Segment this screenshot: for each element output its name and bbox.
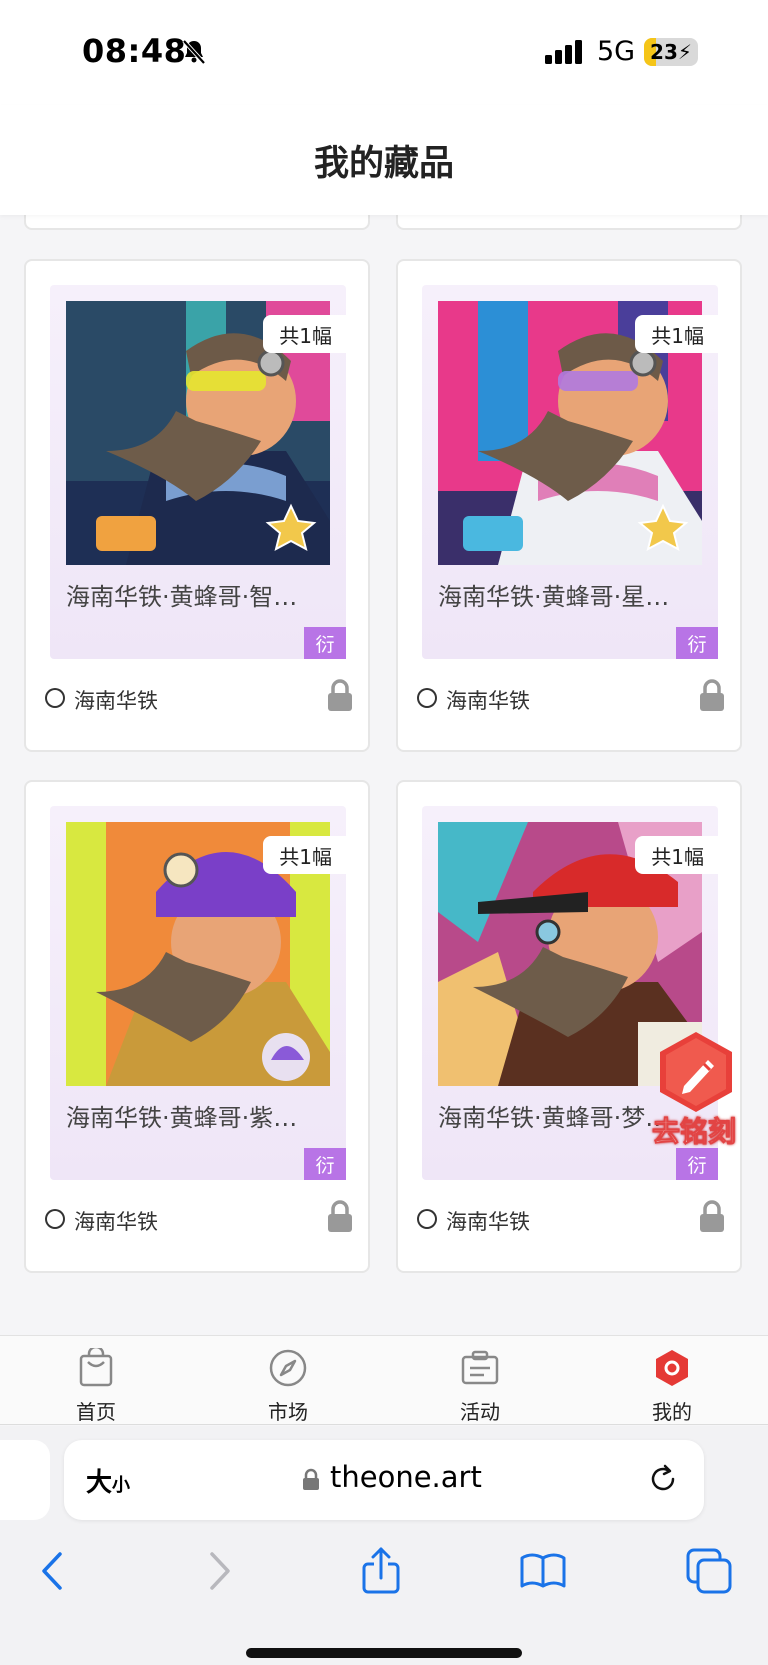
engrave-float-button[interactable]: 去铭刻 <box>648 1030 740 1150</box>
bookmarks-icon[interactable] <box>518 1546 568 1596</box>
tab-market[interactable]: 市场 <box>228 1346 348 1426</box>
back-icon[interactable] <box>28 1546 78 1596</box>
tab-home[interactable]: 首页 <box>36 1346 156 1426</box>
issuer-name: 海南华铁 <box>74 689 158 713</box>
count-badge: 共1幅 <box>263 836 348 874</box>
bottom-tab-bar: 首页 市场 活动 我的 <box>0 1335 768 1425</box>
text-size-button[interactable]: 大小 <box>86 1462 130 1499</box>
derivative-tag: 衍 <box>304 1148 346 1180</box>
card-artwork-frame: 共1幅 海南华铁·黄蜂哥·智… 衍 <box>50 285 348 659</box>
derivative-tag: 衍 <box>676 1148 718 1180</box>
share-icon[interactable] <box>356 1546 406 1596</box>
battery-icon: 23 ⚡ <box>644 38 698 66</box>
card-artwork-frame: 共1幅 海南华铁·黄蜂哥·紫… 衍 <box>50 806 348 1180</box>
reload-icon[interactable] <box>646 1462 680 1496</box>
count-badge: 共1幅 <box>635 315 720 353</box>
status-bar: 08:48 5G 23 ⚡ <box>0 0 768 105</box>
url-text[interactable]: theone.art <box>330 1460 482 1494</box>
silent-bell-icon <box>182 39 206 65</box>
count-badge: 共1幅 <box>263 315 348 353</box>
lock-icon[interactable] <box>326 679 354 713</box>
issuer-row: 海南华铁 <box>44 1200 354 1240</box>
tab-label: 市场 <box>268 1400 308 1424</box>
issuer-row: 海南华铁 <box>416 1200 726 1240</box>
bag-icon <box>79 1348 113 1387</box>
secure-lock-icon <box>303 1468 319 1490</box>
lock-icon[interactable] <box>698 1200 726 1234</box>
issuer-logo-icon <box>45 1209 65 1229</box>
compass-icon <box>269 1349 307 1387</box>
item-name: 海南华铁·黄蜂哥·智… <box>66 583 298 611</box>
signal-icon <box>545 40 582 64</box>
battery-level: 23 ⚡ <box>650 40 692 64</box>
collection-grid[interactable]: 共1幅 海南华铁·黄蜂哥·智… 衍 海南华铁 共1幅 海南华铁·黄蜂哥·星… 衍… <box>0 200 768 1335</box>
tab-activity[interactable]: 活动 <box>420 1346 540 1426</box>
derivative-tag: 衍 <box>676 627 718 659</box>
tab-mine[interactable]: 我的 <box>612 1346 732 1426</box>
derivative-tag: 衍 <box>304 627 346 659</box>
collection-card[interactable]: 共1幅 海南华铁·黄蜂哥·梦… 衍 海南华铁 <box>396 780 742 1273</box>
ticket-icon <box>461 1350 499 1385</box>
issuer-name: 海南华铁 <box>446 1210 530 1234</box>
page-title: 我的藏品 <box>313 144 454 184</box>
issuer-row: 海南华铁 <box>44 679 354 719</box>
issuer-row: 海南华铁 <box>416 679 726 719</box>
tab-label: 首页 <box>76 1400 116 1424</box>
browser-chrome: 大小 theone.art <box>0 1426 768 1665</box>
address-bar[interactable]: 大小 theone.art <box>64 1440 704 1520</box>
collection-card[interactable]: 共1幅 海南华铁·黄蜂哥·星… 衍 海南华铁 <box>396 259 742 752</box>
lock-icon[interactable] <box>326 1200 354 1234</box>
issuer-logo-icon <box>417 1209 437 1229</box>
item-name: 海南华铁·黄蜂哥·星… <box>438 583 670 611</box>
status-time: 08:48 <box>82 32 187 70</box>
previous-tab-preview[interactable] <box>0 1440 50 1520</box>
issuer-name: 海南华铁 <box>446 689 530 713</box>
collection-card[interactable]: 共1幅 海南华铁·黄蜂哥·智… 衍 海南华铁 <box>24 259 370 752</box>
count-badge: 共1幅 <box>635 836 720 874</box>
card-artwork-frame: 共1幅 海南华铁·黄蜂哥·星… 衍 <box>422 285 720 659</box>
issuer-logo-icon <box>45 688 65 708</box>
tab-label: 我的 <box>652 1400 692 1424</box>
issuer-name: 海南华铁 <box>74 1210 158 1234</box>
engrave-label: 去铭刻 <box>651 1115 736 1149</box>
pen-hexagon-icon <box>660 1032 732 1112</box>
network-label: 5G <box>597 36 636 67</box>
app-header: 我的藏品 <box>0 105 768 215</box>
forward-icon[interactable] <box>194 1546 244 1596</box>
profile-hex-icon <box>656 1350 688 1386</box>
screen: 08:48 5G 23 ⚡ 我的藏品 共1幅 海南华铁·黄蜂哥·智… 衍 海南华… <box>0 0 768 1665</box>
collection-card[interactable]: 共1幅 海南华铁·黄蜂哥·紫… 衍 海南华铁 <box>24 780 370 1273</box>
tab-label: 活动 <box>460 1400 500 1424</box>
home-indicator <box>246 1648 522 1658</box>
lock-icon[interactable] <box>698 679 726 713</box>
item-name: 海南华铁·黄蜂哥·紫… <box>66 1104 298 1132</box>
issuer-logo-icon <box>417 688 437 708</box>
tabs-icon[interactable] <box>684 1546 734 1596</box>
